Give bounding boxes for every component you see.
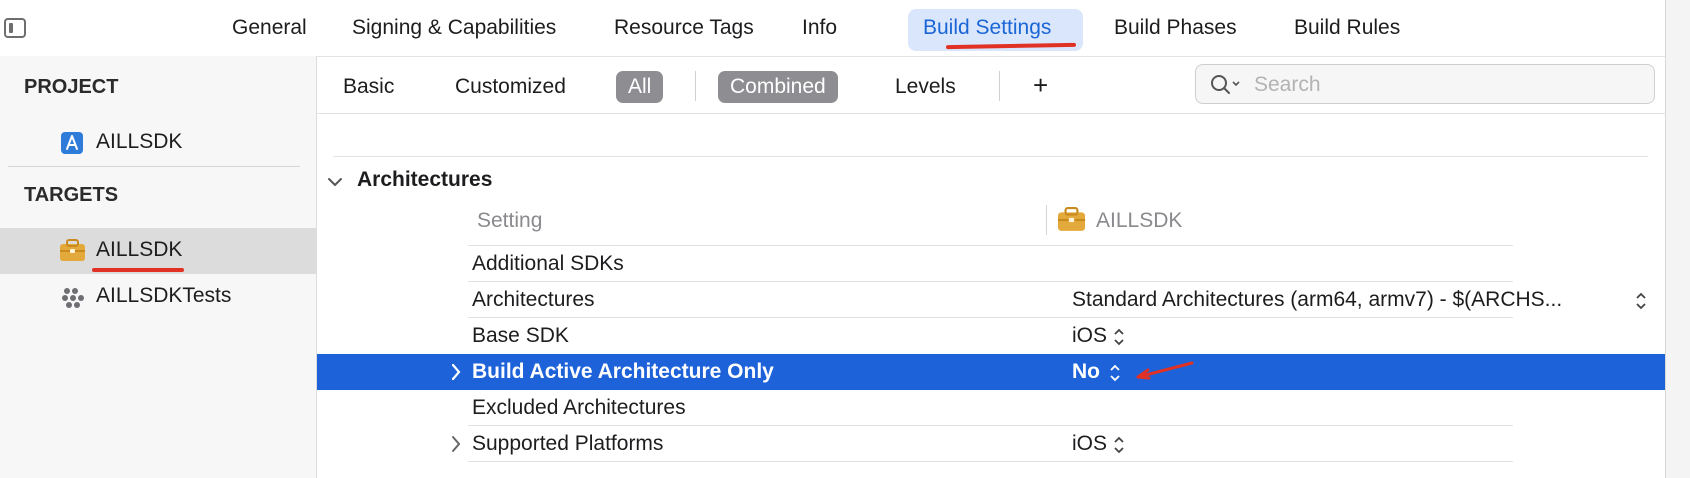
tab-build-settings[interactable]: Build Settings <box>923 16 1051 40</box>
search-field[interactable] <box>1195 64 1655 104</box>
framework-target-icon <box>60 239 85 261</box>
setting-row-label[interactable]: Excluded Architectures <box>472 396 686 420</box>
test-bundle-icon <box>62 288 84 308</box>
architectures-value[interactable]: Standard Architectures (arm64, armv7) - … <box>1072 288 1562 312</box>
build-active-arch-value[interactable]: No <box>1072 360 1100 384</box>
row-divider <box>468 245 1513 246</box>
chevron-right-icon[interactable] <box>448 362 464 382</box>
value-text: iOS <box>1072 324 1108 347</box>
search-input[interactable] <box>1252 71 1636 99</box>
setting-row-label[interactable]: Additional SDKs <box>472 252 624 276</box>
filter-all-button[interactable]: All <box>616 71 664 103</box>
add-setting-button[interactable]: + <box>1021 66 1060 105</box>
row-divider <box>468 317 1513 318</box>
section-title: Architectures <box>357 168 493 191</box>
chevron-right-icon[interactable] <box>448 434 464 454</box>
popup-updown-icon[interactable] <box>1634 290 1648 312</box>
project-item-aillsdk[interactable]: AILLSDK <box>0 120 316 166</box>
popup-updown-icon[interactable] <box>1112 434 1126 456</box>
row-divider <box>468 281 1513 282</box>
filter-levels-button[interactable]: Levels <box>883 71 968 103</box>
chevron-down-icon[interactable] <box>325 172 345 192</box>
filter-combined-button[interactable]: Combined <box>718 71 838 103</box>
filter-customized-button[interactable]: Customized <box>443 71 578 103</box>
setting-row-label[interactable]: Build Active Architecture Only <box>472 360 774 384</box>
xcode-project-icon <box>61 132 83 154</box>
targets-section-header: TARGETS <box>24 184 119 206</box>
section-top-divider <box>333 156 1648 157</box>
target-item-aillsdk[interactable]: AILLSDK <box>0 228 316 274</box>
column-header-setting: Setting <box>477 209 543 232</box>
framework-target-icon <box>1057 207 1086 231</box>
filter-basic-button[interactable]: Basic <box>331 71 406 103</box>
project-item-label: AILLSDK <box>96 130 183 153</box>
value-text: No <box>1072 360 1100 383</box>
project-navigator: PROJECT AILLSDK TARGETS AILLSDK AILLSDKT… <box>0 56 317 478</box>
row-divider <box>468 461 1513 462</box>
supported-platforms-value[interactable]: iOS <box>1072 432 1107 456</box>
target-item-aillsdktests[interactable]: AILLSDKTests <box>0 274 316 320</box>
row-divider <box>468 425 1513 426</box>
annotation-arrow <box>1136 361 1194 380</box>
setting-row-label[interactable]: Architectures <box>472 288 595 312</box>
popup-updown-icon[interactable] <box>1112 326 1126 348</box>
tab-signing-capabilities[interactable]: Signing & Capabilities <box>352 16 556 40</box>
setting-row-label[interactable]: Supported Platforms <box>472 432 663 456</box>
filter-separator <box>999 71 1000 101</box>
base-sdk-value[interactable]: iOS <box>1072 324 1107 348</box>
editor-tab-bar: General Signing & Capabilities Resource … <box>0 0 1665 57</box>
tab-build-phases[interactable]: Build Phases <box>1114 16 1237 40</box>
sidebar-toggle-icon[interactable] <box>4 18 26 38</box>
annotation-underline <box>92 268 184 272</box>
inspector-edge <box>1665 0 1690 478</box>
project-section-header: PROJECT <box>24 76 119 98</box>
popup-updown-icon[interactable] <box>1108 362 1122 384</box>
tab-resource-tags[interactable]: Resource Tags <box>614 16 754 40</box>
filter-separator <box>695 71 696 101</box>
tab-general[interactable]: General <box>232 16 307 40</box>
column-header-target: AILLSDK <box>1096 209 1183 232</box>
setting-row-label[interactable]: Base SDK <box>472 324 569 348</box>
search-icon <box>1211 75 1240 94</box>
target-item-label: AILLSDKTests <box>96 284 232 307</box>
tab-build-rules[interactable]: Build Rules <box>1294 16 1400 40</box>
value-text: iOS <box>1072 432 1108 455</box>
sidebar-divider <box>8 166 300 167</box>
value-text: Standard Architectures (arm64, armv7) - … <box>1072 288 1563 311</box>
target-item-label: AILLSDK <box>96 238 183 261</box>
column-divider <box>1046 205 1047 235</box>
tab-info[interactable]: Info <box>802 16 837 40</box>
